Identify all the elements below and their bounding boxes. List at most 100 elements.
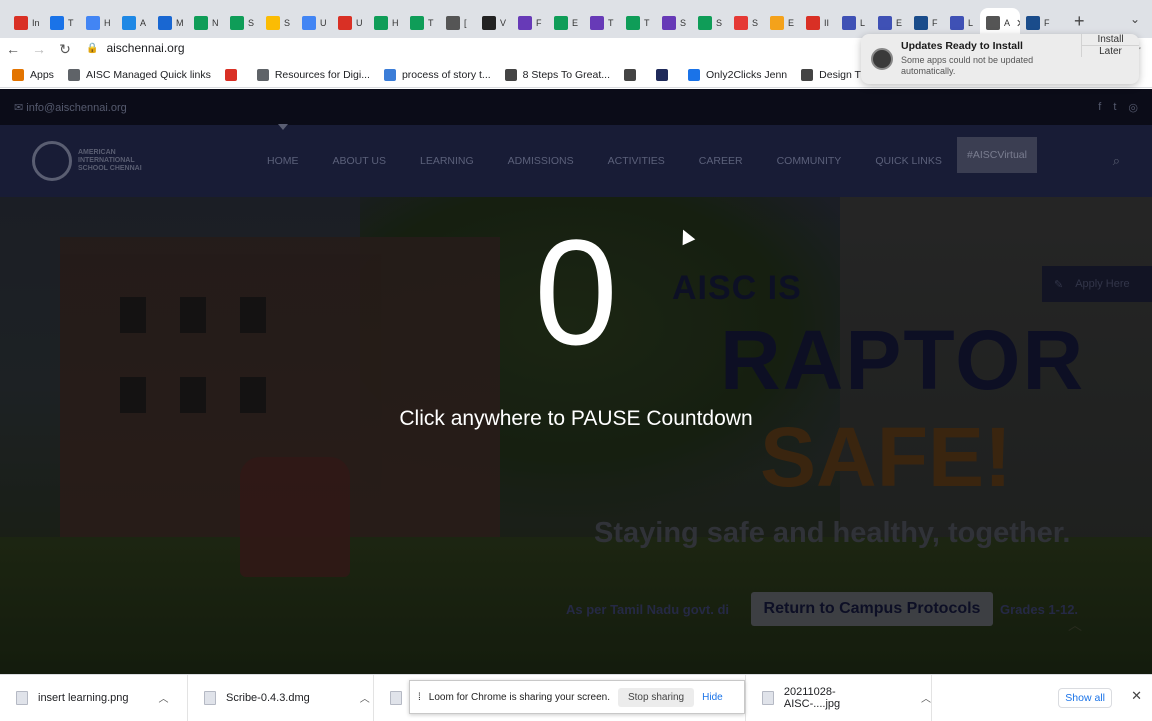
download-item[interactable]: insert learning.png ︿ (0, 674, 188, 721)
download-item[interactable]: 20211028-AISC-....jpg ︿ (746, 674, 932, 721)
browser-tab[interactable]: U (332, 8, 368, 38)
chevron-up-icon[interactable]: ︿ (360, 690, 370, 705)
search-icon[interactable]: ⌕ (1113, 153, 1120, 169)
nav-link[interactable]: LEARNING (420, 155, 474, 167)
bookmark-label: 8 Steps To Great... (522, 68, 611, 81)
browser-tab[interactable]: T (404, 8, 440, 38)
tab-label: F (1044, 18, 1050, 28)
tab-label: [ (464, 18, 467, 28)
file-icon (390, 690, 402, 705)
nav-link[interactable]: ABOUT US (333, 155, 386, 167)
bookmark-item[interactable]: Only2Clicks Jenn (688, 68, 787, 81)
bookmark-icon (383, 68, 396, 81)
nav-link[interactable]: ACTIVITIES (608, 155, 665, 167)
tab-favicon-icon (698, 16, 712, 30)
school-logo[interactable]: AMERICAN INTERNATIONAL SCHOOL CHENNAI (32, 141, 148, 181)
bookmark-item[interactable]: Resources for Digi... (256, 68, 370, 81)
tab-label: E (896, 18, 903, 28)
browser-tab[interactable]: In (8, 8, 44, 38)
tab-favicon-icon (374, 16, 388, 30)
browser-tab[interactable]: II (800, 8, 836, 38)
chevron-up-icon[interactable]: ︿ (159, 690, 169, 705)
browser-tab[interactable]: F (512, 8, 548, 38)
bookmark-item[interactable]: 8 Steps To Great... (504, 68, 611, 81)
browser-tab[interactable]: T (44, 8, 80, 38)
tab-favicon-icon (338, 16, 352, 30)
install-button[interactable]: Install (1082, 34, 1139, 46)
browser-tab[interactable]: S (260, 8, 296, 38)
nav-link[interactable]: HOME (267, 155, 299, 167)
webpage[interactable]: ✉ info@aischennai.org f t ◎ AMERICAN INT… (0, 89, 1152, 674)
address-bar[interactable]: 🔒 aischennai.org (86, 38, 866, 58)
logo-text: AMERICAN INTERNATIONAL SCHOOL CHENNAI (78, 149, 142, 172)
bookmark-item[interactable] (656, 68, 674, 81)
tab-favicon-icon (734, 16, 748, 30)
browser-tab[interactable]: E (548, 8, 584, 38)
nav-link[interactable]: ADMISSIONS (508, 155, 574, 167)
browser-tab[interactable]: V (476, 8, 512, 38)
hide-button[interactable]: Hide (702, 692, 723, 703)
browser-tab[interactable]: A (116, 8, 152, 38)
file-icon (204, 690, 216, 705)
stop-sharing-button[interactable]: Stop sharing (617, 687, 695, 707)
twitter-icon[interactable]: t (1113, 101, 1116, 114)
drag-handle-icon[interactable]: ⁞ (418, 692, 421, 703)
tab-label: M (176, 18, 184, 28)
tab-favicon-icon (302, 16, 316, 30)
tab-label: T (644, 18, 650, 28)
browser-tab[interactable]: H (368, 8, 404, 38)
browser-tab[interactable]: T (620, 8, 656, 38)
tab-label: A (1004, 18, 1011, 28)
browser-tab[interactable]: S (728, 8, 764, 38)
download-item[interactable]: Scribe-0.4.3.dmg ︿ (188, 674, 374, 721)
bookmark-item[interactable] (624, 68, 642, 81)
back-button[interactable]: ← (0, 41, 26, 57)
bookmark-label: Resources for Digi... (274, 68, 370, 81)
reload-button[interactable]: ↻ (52, 41, 78, 58)
bookmark-item[interactable]: Apps (12, 68, 54, 81)
file-icon (762, 690, 774, 705)
nav-link[interactable]: QUICK LINKS (875, 155, 942, 167)
tab-label: II (824, 18, 830, 28)
browser-tab[interactable]: U (296, 8, 332, 38)
tab-strip: InTHAMNSSUUHT[VFETTSSSEIILEFLA✕F+ (0, 0, 1152, 38)
nav-link[interactable]: CAREER (699, 155, 743, 167)
browser-tab[interactable]: N (188, 8, 224, 38)
browser-tab[interactable]: E (764, 8, 800, 38)
nav-link[interactable]: COMMUNITY (777, 155, 842, 167)
instagram-icon[interactable]: ◎ (1128, 101, 1138, 114)
browser-tab[interactable]: S (224, 8, 260, 38)
file-icon (16, 690, 28, 705)
bookmark-item[interactable]: process of story t... (383, 68, 491, 81)
tab-label: T (428, 18, 434, 28)
browser-tab[interactable]: [ (440, 8, 476, 38)
notification-title: Updates Ready to Install (901, 40, 1023, 52)
tab-favicon-icon (122, 16, 136, 30)
later-button[interactable]: Later (1082, 46, 1139, 57)
browser-tab[interactable]: M (152, 8, 188, 38)
tab-search-icon[interactable]: ⌄ (1130, 12, 1140, 26)
show-all-button[interactable]: Show all (1058, 688, 1112, 708)
bookmark-item[interactable]: AISC Managed Quick links (67, 68, 211, 81)
tab-label: S (680, 18, 687, 28)
facebook-icon[interactable]: f (1098, 101, 1101, 114)
tab-favicon-icon (86, 16, 100, 30)
tab-favicon-icon (410, 16, 424, 30)
email-link[interactable]: ✉ info@aischennai.org (14, 101, 127, 114)
loom-text: Loom for Chrome is sharing your screen. (428, 691, 610, 703)
tab-favicon-icon (626, 16, 640, 30)
url-text[interactable]: aischennai.org (106, 41, 184, 55)
browser-tab[interactable]: H (80, 8, 116, 38)
tab-favicon-icon (446, 16, 460, 30)
bookmark-item[interactable] (224, 68, 243, 81)
browser-tab[interactable]: T (584, 8, 620, 38)
browser-tab[interactable]: S (692, 8, 728, 38)
hero-banner[interactable]: AISC IS RAPTOR SAFE! Staying safe and he… (0, 197, 1152, 674)
close-icon[interactable]: ✕ (1131, 688, 1142, 704)
bookmark-icon (12, 68, 24, 81)
chevron-up-icon[interactable]: ︿ (921, 690, 931, 705)
forward-button[interactable]: → (26, 41, 52, 57)
browser-tab[interactable]: S (656, 8, 692, 38)
new-tab-icon[interactable]: + (1074, 11, 1085, 32)
aisc-virtual-button[interactable]: #AISCVirtual (957, 137, 1037, 173)
